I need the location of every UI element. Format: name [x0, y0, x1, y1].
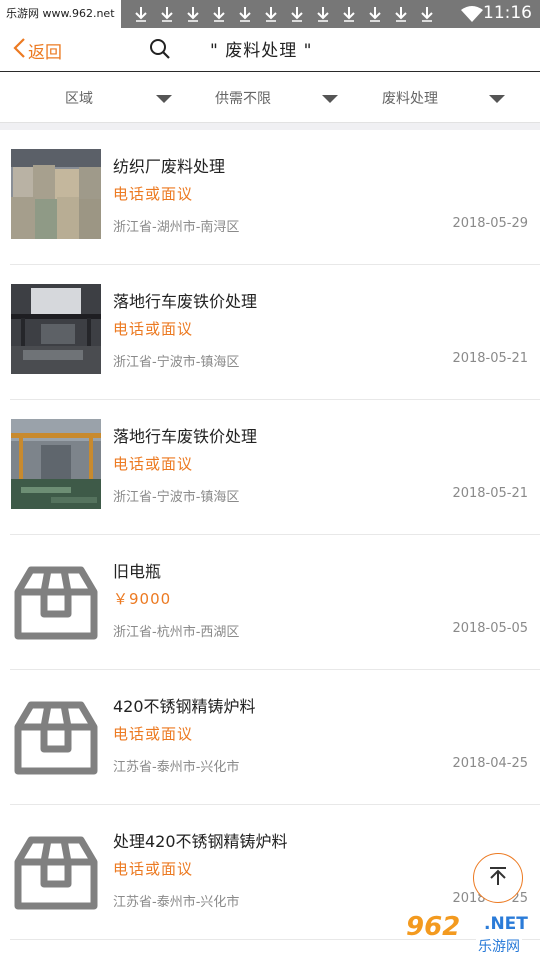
placeholder-box-icon [11, 554, 101, 644]
filter-supply-demand[interactable]: 供需不限 [215, 73, 271, 123]
placeholder-box-icon [11, 689, 101, 779]
item-price: 电话或面议 [113, 455, 194, 473]
filter-category-label: 废料处理 [382, 91, 438, 107]
filter-region-label: 区域 [65, 91, 93, 107]
item-title: 落地行车废铁价处理 [113, 427, 258, 446]
watermark-number: 962 [406, 912, 461, 942]
item-date: 2018-05-29 [452, 216, 528, 231]
item-location: 浙江省-宁波市-镇海区 [113, 490, 240, 505]
download-notification-icon [414, 4, 440, 24]
workshop-crane-photo [11, 284, 101, 374]
watermark-top: 乐游网 www.962.net [0, 0, 121, 28]
list-item[interactable]: 落地行车废铁价处理 电话或面议 浙江省-宁波市-镇海区 2018-05-21 [0, 265, 540, 400]
back-label: 返回 [28, 42, 62, 63]
filter-supply-demand-label: 供需不限 [215, 91, 271, 107]
download-notification-icon [258, 4, 284, 24]
chevron-down-icon[interactable] [322, 95, 338, 103]
arrow-up-icon [487, 865, 509, 891]
watermark-site-name: 乐游网 [476, 936, 522, 956]
item-title: 420不锈钢精铸炉料 [113, 697, 256, 716]
download-notification-icon [284, 4, 310, 24]
back-to-top-button[interactable] [473, 853, 523, 903]
filter-bar: 区域 供需不限 废料处理 [0, 73, 540, 123]
wifi-icon [460, 5, 484, 27]
item-date: 2018-05-21 [452, 486, 528, 501]
download-notification-icon [232, 4, 258, 24]
item-date: 2018-04-25 [452, 756, 528, 771]
item-price: ￥9000 [113, 590, 172, 608]
notification-icons [128, 4, 440, 24]
scrap-iron-photo [11, 419, 101, 509]
placeholder-box-icon [11, 824, 101, 914]
download-notification-icon [206, 4, 232, 24]
item-price: 电话或面议 [113, 320, 194, 338]
watermark-logo: 962 .NET 乐游网 [402, 912, 536, 956]
section-divider [0, 123, 540, 130]
fabric-bales-photo [11, 149, 101, 239]
chevron-down-icon[interactable] [156, 95, 172, 103]
download-notification-icon [336, 4, 362, 24]
item-price: 电话或面议 [113, 860, 194, 878]
list-item[interactable]: 纺织厂废料处理 电话或面议 浙江省-湖州市-南浔区 2018-05-29 [0, 130, 540, 265]
search-icon[interactable] [148, 37, 172, 61]
item-price: 电话或面议 [113, 185, 194, 203]
item-location: 浙江省-宁波市-镇海区 [113, 355, 240, 370]
watermark-net: .NET [484, 914, 528, 934]
item-location: 江苏省-泰州市-兴化市 [113, 895, 240, 910]
app-header: 返回 " 废料处理 " [0, 28, 540, 72]
list-item[interactable]: 420不锈钢精铸炉料 电话或面议 江苏省-泰州市-兴化市 2018-04-25 [0, 670, 540, 805]
status-clock: 11:16 [483, 3, 532, 23]
item-date: 2018-05-21 [452, 351, 528, 366]
download-notification-icon [362, 4, 388, 24]
filter-category[interactable]: 废料处理 [382, 73, 438, 123]
filter-region[interactable]: 区域 [65, 73, 93, 123]
item-location: 浙江省-杭州市-西湖区 [113, 625, 240, 640]
back-button[interactable]: 返回 [12, 36, 62, 64]
download-notification-icon [128, 4, 154, 24]
download-notification-icon [180, 4, 206, 24]
item-date: 2018-05-05 [452, 621, 528, 636]
item-title: 处理420不锈钢精铸炉料 [113, 832, 288, 851]
chevron-left-icon [12, 37, 26, 63]
download-notification-icon [310, 4, 336, 24]
page-title: " 废料处理 " [210, 41, 313, 61]
item-location: 浙江省-湖州市-南浔区 [113, 220, 240, 235]
item-location: 江苏省-泰州市-兴化市 [113, 760, 240, 775]
item-title: 纺织厂废料处理 [113, 157, 226, 176]
list-item[interactable]: 旧电瓶 ￥9000 浙江省-杭州市-西湖区 2018-05-05 [0, 535, 540, 670]
item-title: 落地行车废铁价处理 [113, 292, 258, 311]
listing-list: 纺织厂废料处理 电话或面议 浙江省-湖州市-南浔区 2018-05-29 落地行… [0, 130, 540, 940]
item-price: 电话或面议 [113, 725, 194, 743]
chevron-down-icon[interactable] [489, 95, 505, 103]
list-item[interactable]: 落地行车废铁价处理 电话或面议 浙江省-宁波市-镇海区 2018-05-21 [0, 400, 540, 535]
download-notification-icon [154, 4, 180, 24]
download-notification-icon [388, 4, 414, 24]
item-title: 旧电瓶 [113, 562, 162, 581]
